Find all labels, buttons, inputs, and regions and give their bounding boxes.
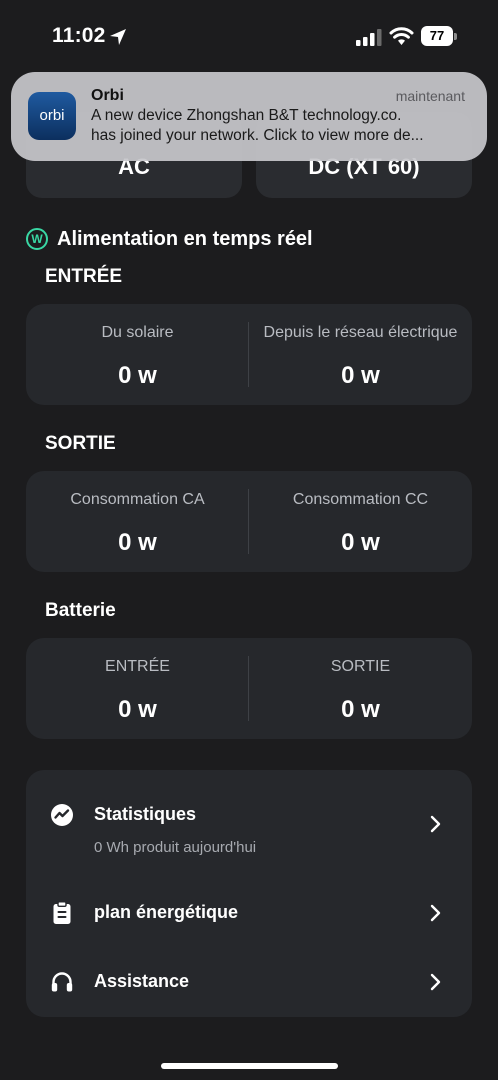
chevron-right-icon — [430, 815, 441, 833]
dc-consumption: Consommation CC 0 w — [249, 471, 472, 572]
chevron-right-icon — [430, 904, 441, 922]
orbi-app-icon: orbi — [28, 92, 76, 140]
watt-icon: W — [26, 228, 48, 250]
status-time: 11:02 — [52, 24, 106, 47]
input-section-title: ENTRÉE — [45, 266, 123, 287]
cellular-signal-icon — [356, 29, 382, 46]
ac-consumption-label: Consommation CA — [70, 491, 205, 508]
battery-level: 77 — [429, 28, 445, 43]
chevron-right-icon — [430, 973, 441, 991]
battery-section-title: Batterie — [45, 600, 116, 621]
battery-input-value: 0 w — [118, 696, 157, 723]
output-power-card: Consommation CA 0 w Consommation CC 0 w — [26, 471, 472, 572]
statistics-label: Statistiques — [94, 804, 197, 824]
grid-input: Depuis le réseau électrique 0 w — [249, 304, 472, 405]
menu-item-support[interactable]: Assistance — [26, 957, 472, 1007]
solar-input-label: Du solaire — [101, 324, 174, 341]
menu-item-energy-plan[interactable]: plan énergétique — [26, 888, 472, 938]
notification-app-name: Orbi — [91, 87, 124, 104]
statistics-trend-icon — [51, 804, 73, 826]
battery-icon: 77 — [421, 26, 457, 46]
realtime-power-title: Alimentation en temps réel — [57, 227, 313, 250]
home-indicator[interactable] — [161, 1063, 338, 1069]
notification-message-line1: A new device Zhongshan B&T technology.co… — [91, 107, 402, 124]
battery-output: SORTIE 0 w — [249, 638, 472, 739]
ac-consumption: Consommation CA 0 w — [26, 471, 249, 572]
menu-card: Statistiques 0 Wh produit aujourd'hui pl… — [26, 770, 472, 1017]
battery-power-card: ENTRÉE 0 w SORTIE 0 w — [26, 638, 472, 739]
headset-icon — [51, 972, 73, 992]
status-bar: 11:02 77 — [0, 0, 498, 72]
battery-output-value: 0 w — [341, 696, 380, 723]
solar-input: Du solaire 0 w — [26, 304, 249, 405]
notification-banner[interactable]: orbi Orbi maintenant A new device Zhongs… — [11, 72, 487, 161]
grid-input-value: 0 w — [341, 362, 380, 389]
clipboard-icon — [53, 901, 71, 924]
support-label: Assistance — [94, 971, 190, 991]
grid-input-label: Depuis le réseau électrique — [263, 324, 458, 341]
ac-consumption-value: 0 w — [118, 529, 157, 556]
battery-input-label: ENTRÉE — [105, 658, 170, 675]
battery-input: ENTRÉE 0 w — [26, 638, 249, 739]
dc-consumption-value: 0 w — [341, 529, 380, 556]
notification-time: maintenant — [395, 88, 465, 104]
realtime-power-header: W Alimentation en temps réel — [26, 226, 313, 252]
notification-message-line2: has joined your network. Click to view m… — [91, 127, 424, 144]
location-arrow-icon — [110, 29, 126, 45]
battery-tip — [454, 33, 457, 40]
solar-input-value: 0 w — [118, 362, 157, 389]
output-section-title: SORTIE — [45, 433, 116, 454]
energy-plan-label: plan énergétique — [94, 902, 239, 922]
dc-consumption-label: Consommation CC — [292, 491, 429, 508]
statistics-subtitle: 0 Wh produit aujourd'hui — [94, 839, 257, 856]
menu-item-statistics[interactable]: Statistiques 0 Wh produit aujourd'hui — [26, 796, 472, 862]
input-power-card: Du solaire 0 w Depuis le réseau électriq… — [26, 304, 472, 405]
battery-output-label: SORTIE — [330, 658, 391, 675]
wifi-icon — [389, 27, 414, 45]
